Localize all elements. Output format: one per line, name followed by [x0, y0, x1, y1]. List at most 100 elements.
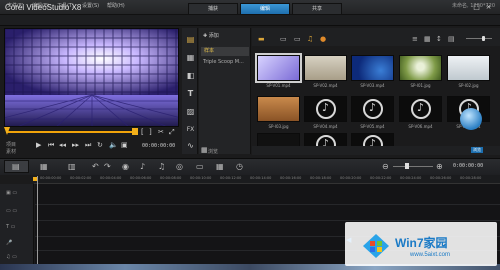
- folder-triple-scoop[interactable]: Triple Scoop M...: [203, 59, 244, 65]
- filter-icon[interactable]: FX: [186, 125, 195, 134]
- thumbnail-sp-v03[interactable]: [351, 55, 394, 81]
- auto-music-icon[interactable]: ♫: [158, 162, 165, 171]
- thumbnail-sp-v02[interactable]: [304, 55, 347, 81]
- menu-file[interactable]: 文件(F): [7, 2, 24, 9]
- zoom-in-icon[interactable]: ⊕: [436, 162, 443, 171]
- clip-mode[interactable]: 素材: [6, 148, 16, 155]
- preview-window: [4, 28, 179, 127]
- import-folder-icon[interactable]: ▬: [258, 35, 265, 43]
- track-divider: [35, 204, 500, 205]
- end-icon[interactable]: ⏭: [85, 141, 91, 150]
- ruler-tick-label: 00:00:06:00: [130, 176, 152, 180]
- thumbnail-label: SP-V01.mp4: [266, 83, 291, 88]
- previous-frame-icon[interactable]: ◂◂: [59, 141, 66, 149]
- split-icon[interactable]: ✂: [158, 128, 164, 136]
- ruler-tick-label: 00:00:28:00: [460, 176, 482, 180]
- path-icon[interactable]: ∿: [186, 141, 195, 150]
- thumbnail-sp-v06[interactable]: [399, 96, 442, 122]
- storyboard-view-icon[interactable]: ▦: [40, 162, 48, 171]
- motion-track-icon[interactable]: ◎: [176, 162, 183, 171]
- media-icon[interactable]: ▤: [186, 35, 195, 44]
- folder-sample[interactable]: 样本: [201, 47, 249, 56]
- scrub-bar[interactable]: [6, 131, 136, 133]
- graphic-icon[interactable]: ▨: [186, 107, 195, 116]
- player-timecode[interactable]: 00:00:00:00: [142, 143, 175, 149]
- enlarge-icon[interactable]: ⤢: [169, 128, 175, 137]
- scrub-end-handle[interactable]: [132, 128, 138, 135]
- ruler-tick-label: 00:00:04:00: [100, 176, 122, 180]
- globe-icon: [460, 108, 482, 130]
- ruler-tick-label: 00:00:14:00: [250, 176, 272, 180]
- watermark-url: www.5aixt.com: [410, 252, 451, 258]
- mark-in-icon[interactable]: [: [141, 128, 144, 136]
- thumbnail-sp-i02[interactable]: [447, 55, 490, 81]
- redo-icon[interactable]: ↷: [104, 162, 111, 171]
- thumbnail-sp-v05[interactable]: [351, 96, 394, 122]
- show-photo-icon[interactable]: ▭: [294, 35, 301, 43]
- thumbnail-sp-v04[interactable]: [304, 96, 347, 122]
- thumbnail-label: SP-V02.mp4: [313, 83, 338, 88]
- thumbnail-sp-v01[interactable]: [255, 53, 302, 83]
- menu-tools[interactable]: 工具(T): [57, 2, 74, 9]
- project-status: 未命名, 1280*720: [452, 3, 495, 9]
- music-track-icon[interactable]: ♫ ▭: [6, 254, 17, 260]
- menu-edit[interactable]: 编辑(E): [32, 2, 49, 9]
- timeline-zoom-slider[interactable]: [393, 166, 433, 167]
- thumbnail-sp-i03[interactable]: [257, 96, 300, 122]
- grid-view-icon[interactable]: ▦: [201, 146, 208, 154]
- volume-icon[interactable]: 🔈: [109, 141, 118, 149]
- undo-icon[interactable]: ↶: [92, 162, 99, 171]
- next-frame-icon[interactable]: ▸▸: [72, 141, 79, 149]
- track-manager-icon[interactable]: ▥: [68, 162, 76, 171]
- thumbnail-view-icon[interactable]: ▦: [424, 35, 431, 43]
- title-track-icon[interactable]: T ▭: [6, 224, 15, 230]
- menu-help[interactable]: 帮助(H): [107, 2, 125, 9]
- preview-frame: [5, 29, 178, 126]
- timeline-playhead[interactable]: [37, 176, 38, 266]
- details-icon[interactable]: ▤: [448, 35, 455, 43]
- show-video-icon[interactable]: ▭: [280, 35, 287, 43]
- thumbnail-label: SP-V05.mp4: [360, 124, 385, 129]
- thumbnail-sp-i01[interactable]: [399, 55, 442, 81]
- show-web-icon[interactable]: ●: [320, 35, 326, 43]
- thumbnail-label: SP-V06.mp4: [408, 124, 433, 129]
- overlay-track-icon[interactable]: ▭ ▭: [6, 208, 17, 214]
- list-view-icon[interactable]: ≡: [412, 35, 418, 43]
- record-icon[interactable]: ◉: [122, 162, 129, 171]
- sound-mixer-icon[interactable]: ♪: [140, 162, 145, 171]
- voice-track-icon[interactable]: 🎤: [6, 240, 12, 246]
- sort-icon[interactable]: ↕: [436, 35, 442, 43]
- instant-project-icon[interactable]: ▦: [186, 53, 195, 62]
- ruler-tick-label: 00:00:08:00: [160, 176, 182, 180]
- library-browse-label[interactable]: 浏览: [208, 148, 218, 155]
- home-icon[interactable]: ⏮: [48, 141, 54, 150]
- media-thumbnail-grid: SP-V01.mp4 SP-V02.mp4 SP-V03.mp4 SP-I01.…: [255, 50, 500, 154]
- multi-camera-icon[interactable]: ▦: [216, 162, 224, 171]
- watermark-brand: Win7家园: [395, 236, 448, 250]
- mark-out-icon[interactable]: ]: [149, 128, 152, 136]
- menu-settings[interactable]: 设置(S): [82, 2, 99, 9]
- ruler-tick-label: 00:00:00:00: [40, 176, 62, 180]
- time-remap-icon[interactable]: ◷: [236, 162, 243, 171]
- project-mode[interactable]: 项目: [6, 141, 16, 148]
- transition-icon[interactable]: ◧: [186, 71, 195, 80]
- hd-icon[interactable]: ▣: [121, 141, 128, 149]
- browse-button[interactable]: 浏览: [471, 147, 483, 153]
- tab-share[interactable]: 共享: [292, 3, 342, 14]
- add-folder-button[interactable]: ✚ 添加: [203, 32, 219, 39]
- tab-edit[interactable]: 编辑: [240, 3, 290, 14]
- zoom-out-icon[interactable]: ⊖: [382, 162, 389, 171]
- thumbnail-size-handle[interactable]: [482, 36, 485, 41]
- video-track-icon[interactable]: ▣ ▭: [6, 190, 17, 196]
- timeline-zoom-handle[interactable]: [405, 163, 409, 169]
- thumbnail-label: SP-I03.jpg: [268, 124, 289, 129]
- tab-capture[interactable]: 捕获: [188, 3, 238, 14]
- title-icon[interactable]: T: [186, 89, 195, 98]
- thumbnail-size-slider[interactable]: [466, 38, 492, 39]
- thumbnail-label: SP-V04.mp4: [313, 124, 338, 129]
- show-audio-icon[interactable]: ♫: [307, 35, 313, 43]
- subtitle-editor-icon[interactable]: ▭: [196, 162, 204, 171]
- repeat-icon[interactable]: ↻: [97, 141, 103, 149]
- play-icon[interactable]: ▶: [36, 141, 41, 149]
- add-folder-label: 添加: [208, 33, 219, 39]
